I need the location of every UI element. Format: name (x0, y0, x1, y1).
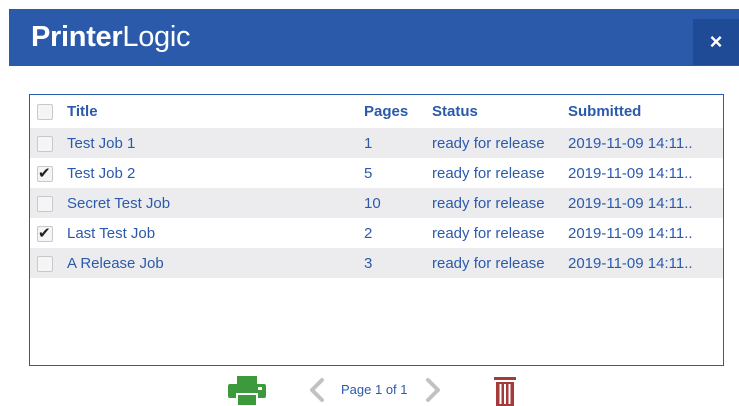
job-table: Title Pages Status Submitted Test Job 11… (30, 95, 723, 278)
job-status: ready for release (432, 164, 545, 182)
row-checkbox-cell (30, 128, 67, 158)
job-submitted: 2019-11-09 14:11.. (568, 194, 693, 212)
column-header-submitted[interactable]: Submitted (568, 95, 723, 128)
row-checkbox-cell: ✔ (30, 158, 67, 188)
footer-toolbar: Page 1 of 1 (0, 372, 739, 406)
row-checkbox[interactable]: ✔ (37, 163, 53, 182)
chevron-right-icon[interactable] (425, 378, 441, 402)
job-status: ready for release (432, 224, 545, 242)
row-checkbox[interactable] (37, 255, 53, 272)
column-header-pages[interactable]: Pages (364, 95, 432, 128)
row-checkbox-cell (30, 188, 67, 218)
job-list: Title Pages Status Submitted Test Job 11… (29, 94, 724, 366)
job-title[interactable]: Last Test Job (67, 218, 364, 248)
app-header: PrinterLogic × (9, 9, 739, 66)
job-status: ready for release (432, 254, 545, 272)
job-submitted: 2019-11-09 14:11.. (568, 254, 693, 272)
job-status: ready for release (432, 134, 545, 152)
job-title[interactable]: Test Job 2 (67, 158, 364, 188)
trash-icon[interactable] (494, 375, 516, 406)
column-header-status[interactable]: Status (432, 95, 568, 128)
column-header-title[interactable]: Title (67, 95, 364, 128)
job-pages: 2 (364, 224, 373, 242)
chevron-left-icon[interactable] (309, 378, 325, 402)
job-title[interactable]: A Release Job (67, 248, 364, 278)
table-row[interactable]: ✔ Test Job 2 5 ready for release 2019-11-09 … (30, 158, 723, 188)
job-submitted: 2019-11-09 14:11.. (568, 224, 693, 242)
job-submitted: 2019-11-09 14:11.. (568, 164, 693, 182)
table-row[interactable]: A Release Job 3 ready for release 2019-11-0… (30, 248, 723, 278)
select-all-checkbox[interactable] (37, 104, 53, 121)
table-row[interactable]: Test Job 1 1 ready for release 2019-11-09 1… (30, 128, 723, 158)
row-checkbox[interactable]: ✔ (37, 223, 53, 242)
brand-bold-text: Printer (31, 21, 123, 53)
row-checkbox[interactable] (37, 135, 53, 152)
page-indicator: Page 1 of 1 (341, 382, 408, 397)
table-header-row: Title Pages Status Submitted (30, 95, 723, 128)
row-checkbox-cell (30, 248, 67, 278)
job-pages: 3 (364, 254, 373, 272)
job-submitted: 2019-11-09 14:11.. (568, 134, 693, 152)
job-status: ready for release (432, 194, 545, 212)
job-title[interactable]: Secret Test Job (67, 188, 364, 218)
job-pages: 5 (364, 164, 373, 182)
row-checkbox[interactable] (37, 195, 53, 212)
checkmark-icon: ✔ (38, 163, 51, 182)
checkmark-icon: ✔ (38, 223, 51, 242)
close-icon: × (709, 29, 723, 54)
job-pages: 10 (364, 194, 381, 212)
close-button[interactable]: × (693, 19, 739, 65)
job-title[interactable]: Test Job 1 (67, 128, 364, 158)
row-checkbox-cell: ✔ (30, 218, 67, 248)
select-all-cell (30, 95, 67, 128)
table-row[interactable]: ✔ Last Test Job 2 ready for release 2019-11-… (30, 218, 723, 248)
printerlogic-logo: PrinterLogic (31, 19, 191, 55)
brand-light-text: Logic (122, 21, 191, 53)
job-pages: 1 (364, 134, 373, 152)
print-icon[interactable] (228, 376, 266, 406)
table-row[interactable]: Secret Test Job 10 ready for release 2019-1… (30, 188, 723, 218)
